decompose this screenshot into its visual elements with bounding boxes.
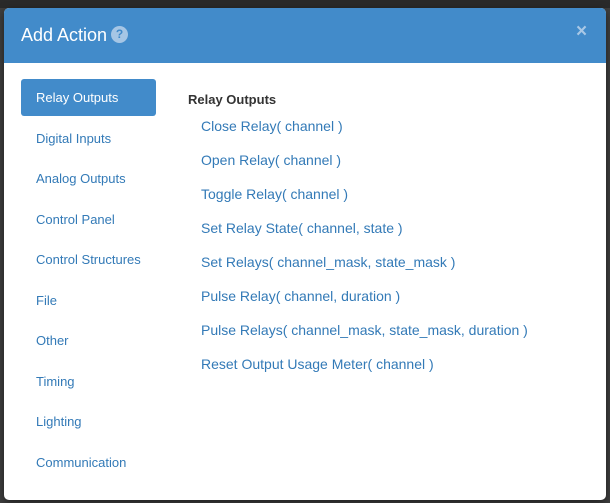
add-action-modal: Add Action ? × Relay Outputs Digital Inp… [4, 8, 606, 500]
action-set-relay-state[interactable]: Set Relay State( channel, state ) [201, 220, 588, 236]
sidebar-item-lighting[interactable]: Lighting [21, 403, 156, 440]
sidebar-item-timing[interactable]: Timing [21, 363, 156, 400]
sidebar-item-analog-outputs[interactable]: Analog Outputs [21, 160, 156, 197]
section-heading: Relay Outputs [188, 92, 277, 107]
category-sidebar: Relay Outputs Digital Inputs Analog Outp… [21, 79, 156, 484]
sidebar-item-relay-outputs[interactable]: Relay Outputs [21, 79, 156, 116]
sidebar-item-other[interactable]: Other [21, 322, 156, 359]
action-open-relay[interactable]: Open Relay( channel ) [201, 152, 588, 168]
action-reset-output-usage-meter[interactable]: Reset Output Usage Meter( channel ) [201, 356, 588, 372]
help-icon[interactable]: ? [111, 26, 128, 43]
sidebar-item-control-panel[interactable]: Control Panel [21, 201, 156, 238]
action-pulse-relay[interactable]: Pulse Relay( channel, duration ) [201, 288, 588, 304]
close-icon[interactable]: × [576, 22, 587, 41]
action-pulse-relays[interactable]: Pulse Relays( channel_mask, state_mask, … [201, 322, 588, 338]
sidebar-item-control-structures[interactable]: Control Structures [21, 241, 156, 278]
sidebar-item-file[interactable]: File [21, 282, 156, 319]
background-topbar [0, 0, 610, 8]
action-set-relays[interactable]: Set Relays( channel_mask, state_mask ) [201, 254, 588, 270]
modal-header: Add Action ? × [4, 8, 606, 63]
modal-title: Add Action [21, 25, 108, 45]
sidebar-item-communication[interactable]: Communication [21, 444, 156, 481]
action-list-panel: Relay Outputs Close Relay( channel ) Ope… [188, 92, 588, 390]
sidebar-item-digital-inputs[interactable]: Digital Inputs [21, 120, 156, 157]
action-toggle-relay[interactable]: Toggle Relay( channel ) [201, 186, 588, 202]
action-close-relay[interactable]: Close Relay( channel ) [201, 118, 588, 134]
